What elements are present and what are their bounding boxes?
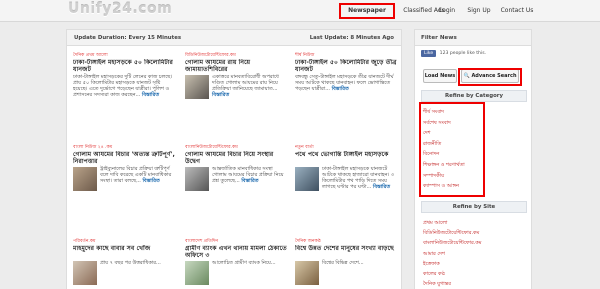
news-thumbnail[interactable] [295,167,319,191]
site-item[interactable]: ইত্তেফাক [423,259,482,269]
load-news-button[interactable]: Load News [423,69,457,83]
nav-sign-up[interactable]: Sign Up [465,3,493,19]
news-title[interactable]: বিশ্বে উন্নত দেশের মানুষের সংখ্যা বাড়ছে [295,245,397,259]
site-list: প্রথম আলো বিডিনিউজটোয়েন্টিফোর.কম বাংলান… [423,218,482,289]
news-excerpt: একাত্তরে মানবতাবিরোধী অপরাধে দণ্ডিত গোলা… [185,74,287,99]
facebook-like: Like 123 people like this. [421,50,486,57]
news-excerpt: ট্রাইব্যুনালের বিচার প্রক্রিয়া ত্রুটিপূ… [73,166,175,191]
read-more-link[interactable]: বিস্তারিত [332,86,349,92]
news-source[interactable]: দৈনিক জনকণ্ঠ [295,238,397,245]
news-card: দৈনিক প্রথম আলো ঢাকা-টাঙ্গাইল মহাসড়কে ৫… [73,52,175,134]
news-excerpt: বিশ্বের বিভিন্ন দেশে... [295,260,397,285]
site-item[interactable]: বিডিনিউজটোয়েন্টিফোর.কম [423,228,482,238]
news-excerpt: প্রায় ৭ বছর পর উত্তরাধিকার... [73,260,175,285]
news-title[interactable]: গোলাম আযমের বিচার নিয়ে সংস্থার উদ্বেগ [185,151,287,165]
news-card: বাংলাদেশ প্রতিদিন গ্রামীণ ব্যাংক এখন থান… [185,238,287,289]
news-thumbnail[interactable] [185,75,209,99]
news-excerpt: ঢাকা-টাঙ্গাইল মহাসড়কের দুটি লেনের কাজ চ… [73,74,173,98]
site-item[interactable]: বাংলানিউজটোয়েন্টিফোর.কম [423,238,482,248]
nav-login[interactable]: Login [433,3,461,19]
news-title[interactable]: গোলাম আযমের রায় নিয়ে জামায়াতশিবিরের [185,59,287,73]
news-title[interactable]: গ্রামীণ ব্যাংক এখন থানায় মামলা ঠেকাতে অ… [185,245,287,259]
news-card: বিডিনিউজটোয়েন্টিফোর.কম গোলাম আযমের রায়… [185,52,287,134]
top-nav-bar: Unify24.com Newspaper Classified Ads Log… [0,0,600,22]
news-card: বাংলানিউজটোয়েন্টিফোর.কম গোলাম আযমের বিচ… [185,144,287,228]
news-excerpt: ঢাকা-টাঙ্গাইল মহাসড়কে যানজটে আটকে থাকছে… [295,166,397,191]
read-more-link[interactable]: বিস্তারিত [241,178,258,184]
site-item[interactable]: কালের কণ্ঠ [423,269,482,279]
news-source[interactable]: শীর্ষ নিউজ [295,52,397,59]
news-thumbnail[interactable] [73,261,97,285]
refine-site-header: Refine by Site [421,201,527,213]
news-source[interactable]: বাংলাদেশ প্রতিদিন [185,238,287,245]
nav-contact-us[interactable]: Contact Us [498,3,536,19]
site-item[interactable]: আমার দেশ [423,249,482,259]
news-source[interactable]: বাংলানিউজটোয়েন্টিফোর.কম [185,144,287,151]
read-more-link[interactable]: বিস্তারিত [142,92,159,98]
site-logo[interactable]: Unify24.com [68,1,172,17]
news-excerpt: বঙ্গবন্ধু সেতু-টাঙ্গাইল মহাসড়কে তীব্র য… [295,74,394,92]
news-title[interactable]: গোলাম আযমের বিচার 'অত্যন্ত ত্রুটিপূর্ণ',… [73,151,175,165]
facebook-like-button[interactable]: Like [421,50,437,57]
news-card: দৈনিক জনকণ্ঠ বিশ্বে উন্নত দেশের মানুষের … [295,238,397,289]
update-duration: Update Duration: Every 15 Minutes [74,35,182,41]
advance-search-highlight [458,68,522,86]
news-excerpt: আলোচিত গ্রামীণ ব্যাংক নিয়ে... [185,260,287,285]
nav-newspaper[interactable]: Newspaper [339,3,395,19]
news-thumbnail[interactable] [73,167,97,191]
news-card: বাংলা নিউজ ২৪ .কম গোলাম আযমের বিচার 'অত্… [73,144,175,228]
news-card: পরিবর্তন.কম মাহমুদের কাছে বাবার সব খোঁজ … [73,238,175,289]
news-source[interactable]: দৈনিক প্রথম আলো [73,52,175,59]
news-source[interactable]: বিডিনিউজটোয়েন্টিফোর.কম [185,52,287,59]
news-title[interactable]: পথে পথে ভোগান্তি টাঙ্গাইল মহাসড়কে [295,151,397,165]
news-source[interactable]: নতুন বার্তা [295,144,397,151]
news-title[interactable]: ঢাকা-টাঙ্গাইল মহাসড়কে ৫০ কিলোমিটার যানজ… [73,59,175,73]
site-item[interactable]: প্রথম আলো [423,218,482,228]
news-title[interactable]: ঢাকা-টাঙ্গাইল ৫০ কিলোমিটার জুড়ে তীব্র য… [295,59,397,73]
read-more-link[interactable]: বিস্তারিত [373,184,390,190]
news-source[interactable]: বাংলা নিউজ ২৪ .কম [73,144,175,151]
news-thumbnail[interactable] [185,167,209,191]
read-more-link[interactable]: বিস্তারিত [143,178,160,184]
read-more-link[interactable]: বিস্তারিত [212,92,229,98]
news-source[interactable]: পরিবর্তন.কম [73,238,175,245]
like-count: 123 people like this. [439,51,487,56]
news-panel: Update Duration: Every 15 Minutes Last U… [66,29,402,289]
news-card: শীর্ষ নিউজ ঢাকা-টাঙ্গাইল ৫০ কিলোমিটার জু… [295,52,397,134]
news-title[interactable]: মাহমুদের কাছে বাবার সব খোঁজ [73,245,175,259]
news-panel-header: Update Duration: Every 15 Minutes Last U… [67,30,401,46]
news-thumbnail[interactable] [295,261,319,285]
filter-news-title: Filter News [415,30,531,46]
news-thumbnail[interactable] [185,261,209,285]
news-excerpt: আন্তর্জাতিক মানবাধিকার সংস্থা গোলাম আযমে… [185,166,287,191]
refine-category-header: Refine by Category [421,90,527,102]
site-item[interactable]: দৈনিক যুগান্তর [423,279,482,289]
category-list-highlight [419,102,485,197]
news-card: নতুন বার্তা পথে পথে ভোগান্তি টাঙ্গাইল মহ… [295,144,397,228]
last-update: Last Update: 8 Minutes Ago [309,35,394,41]
